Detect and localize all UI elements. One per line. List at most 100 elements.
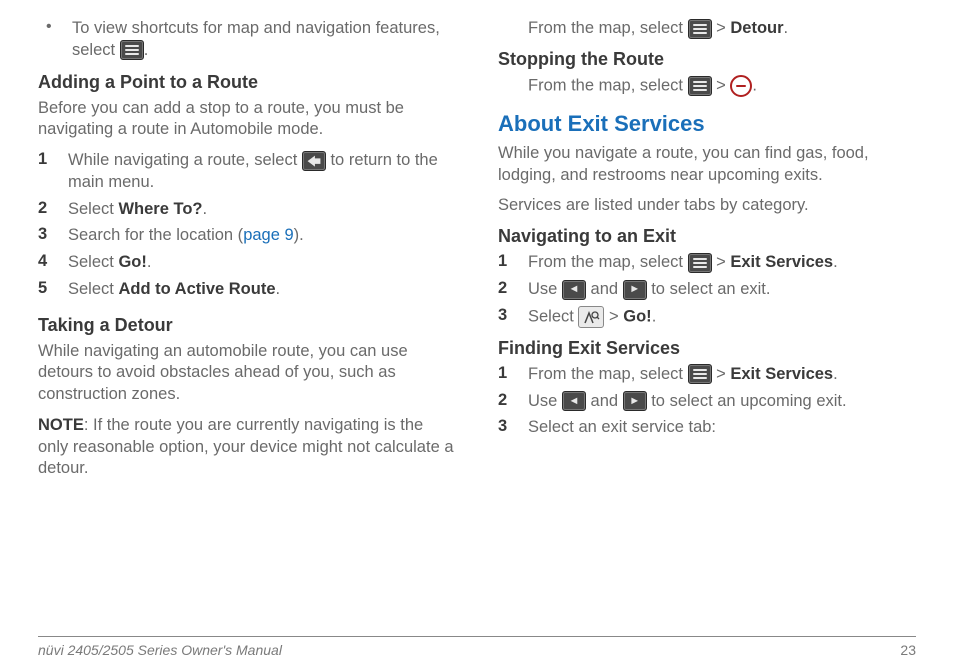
text-fragment: . bbox=[784, 19, 789, 37]
text-fragment: > bbox=[712, 76, 731, 94]
text-fragment: While navigating a route, select bbox=[68, 151, 302, 169]
step-number: 3 bbox=[498, 306, 528, 328]
text-fragment: . bbox=[276, 280, 281, 298]
subheading-navigating-exit: Navigating to an Exit bbox=[498, 226, 916, 247]
menu-icon bbox=[688, 253, 712, 273]
text-fragment: > bbox=[712, 365, 731, 383]
strong-text: Exit Services bbox=[730, 365, 833, 383]
step-row: 3 Search for the location (page 9). bbox=[38, 225, 456, 247]
step-row: 3 Select an exit service tab: bbox=[498, 417, 916, 439]
step-text: Select an exit service tab: bbox=[528, 417, 716, 439]
text-fragment: From the map, select bbox=[528, 76, 688, 94]
text-fragment: Select bbox=[68, 253, 118, 271]
step-text: Select Go!. bbox=[68, 252, 151, 274]
text-fragment: Use bbox=[528, 392, 562, 410]
step-number: 5 bbox=[38, 279, 68, 301]
text-fragment: . bbox=[833, 365, 838, 383]
step-number: 2 bbox=[498, 279, 528, 301]
step-text: Use ◄ and ► to select an exit. bbox=[528, 279, 770, 301]
step-row: 1 While navigating a route, select to re… bbox=[38, 150, 456, 194]
strong-text: Where To? bbox=[118, 200, 202, 218]
text-fragment: > bbox=[712, 19, 731, 37]
step-number: 2 bbox=[38, 199, 68, 221]
right-arrow-icon: ► bbox=[623, 391, 647, 411]
text-fragment: Select bbox=[68, 200, 118, 218]
step-number: 3 bbox=[38, 225, 68, 247]
note-label: NOTE bbox=[38, 416, 84, 434]
step-number: 4 bbox=[38, 252, 68, 274]
paragraph: While navigating an automobile route, yo… bbox=[38, 341, 456, 406]
strong-text: Exit Services bbox=[730, 253, 833, 271]
step-number: 1 bbox=[498, 364, 528, 386]
text-fragment: Select bbox=[528, 307, 578, 325]
step-text: From the map, select > Exit Services. bbox=[528, 364, 838, 386]
step-text: Use ◄ and ► to select an upcoming exit. bbox=[528, 391, 847, 413]
paragraph: While you navigate a route, you can find… bbox=[498, 143, 916, 187]
text-fragment: to select an exit. bbox=[647, 280, 771, 298]
step-text: Select Where To?. bbox=[68, 199, 207, 221]
text-fragment: From the map, select bbox=[528, 19, 688, 37]
page-footer: nüvi 2405/2505 Series Owner's Manual 23 bbox=[38, 636, 916, 658]
text-fragment: From the map, select bbox=[528, 365, 688, 383]
paragraph: Before you can add a stop to a route, yo… bbox=[38, 98, 456, 142]
page-link[interactable]: page 9 bbox=[243, 226, 293, 244]
strong-text: Go! bbox=[118, 253, 146, 271]
menu-icon bbox=[120, 40, 144, 60]
right-arrow-icon: ► bbox=[623, 280, 647, 300]
strong-text: Go! bbox=[623, 307, 651, 325]
footer-title: nüvi 2405/2505 Series Owner's Manual bbox=[38, 642, 282, 658]
text-fragment: . bbox=[833, 253, 838, 271]
strong-text: Add to Active Route bbox=[118, 280, 275, 298]
section-heading-exit-services: About Exit Services bbox=[498, 111, 916, 137]
step-row: 4 Select Go!. bbox=[38, 252, 456, 274]
step-row: 2 Select Where To?. bbox=[38, 199, 456, 221]
left-arrow-icon: ◄ bbox=[562, 280, 586, 300]
text-fragment: . bbox=[752, 76, 757, 94]
paragraph: From the map, select > Detour. bbox=[498, 18, 916, 40]
text-fragment: Use bbox=[528, 280, 562, 298]
right-column: From the map, select > Detour. Stopping … bbox=[498, 18, 916, 489]
text-fragment: . bbox=[652, 307, 657, 325]
text-fragment: . bbox=[202, 200, 207, 218]
step-text: Select Add to Active Route. bbox=[68, 279, 280, 301]
step-number: 1 bbox=[38, 150, 68, 194]
text-fragment: Search for the location ( bbox=[68, 226, 243, 244]
menu-icon bbox=[688, 19, 712, 39]
text-fragment: and bbox=[586, 280, 623, 298]
stop-icon bbox=[730, 75, 752, 97]
text-fragment: > bbox=[712, 253, 731, 271]
step-number: 2 bbox=[498, 391, 528, 413]
step-row: 5 Select Add to Active Route. bbox=[38, 279, 456, 301]
subheading-stopping-route: Stopping the Route bbox=[498, 49, 916, 70]
strong-text: Detour bbox=[730, 19, 783, 37]
text-fragment: and bbox=[586, 392, 623, 410]
step-text: Select > Go!. bbox=[528, 306, 656, 328]
step-row: 2 Use ◄ and ► to select an exit. bbox=[498, 279, 916, 301]
text-fragment: ). bbox=[294, 226, 304, 244]
exit-search-icon bbox=[578, 306, 604, 328]
menu-icon bbox=[688, 364, 712, 384]
step-row: 1 From the map, select > Exit Services. bbox=[498, 252, 916, 274]
left-column: • To view shortcuts for map and navigati… bbox=[38, 18, 456, 489]
step-row: 1 From the map, select > Exit Services. bbox=[498, 364, 916, 386]
step-text: While navigating a route, select to retu… bbox=[68, 150, 456, 194]
paragraph: From the map, select > . bbox=[498, 75, 916, 97]
step-number: 1 bbox=[498, 252, 528, 274]
text-fragment: > bbox=[604, 307, 623, 325]
text-fragment: From the map, select bbox=[528, 253, 688, 271]
text-fragment: . bbox=[144, 41, 149, 59]
step-text: From the map, select > Exit Services. bbox=[528, 252, 838, 274]
subheading-adding-point: Adding a Point to a Route bbox=[38, 72, 456, 93]
text-fragment: : If the route you are currently navigat… bbox=[38, 416, 454, 478]
paragraph-note: NOTE: If the route you are currently nav… bbox=[38, 415, 456, 480]
bullet-item: • To view shortcuts for map and navigati… bbox=[38, 18, 456, 62]
bullet-text: To view shortcuts for map and navigation… bbox=[72, 18, 456, 62]
text-fragment: Select bbox=[68, 280, 118, 298]
left-arrow-icon: ◄ bbox=[562, 391, 586, 411]
text-fragment: to select an upcoming exit. bbox=[647, 392, 847, 410]
paragraph: Services are listed under tabs by catego… bbox=[498, 195, 916, 217]
step-row: 2 Use ◄ and ► to select an upcoming exit… bbox=[498, 391, 916, 413]
subheading-taking-detour: Taking a Detour bbox=[38, 315, 456, 336]
menu-icon bbox=[688, 76, 712, 96]
back-icon bbox=[302, 151, 326, 171]
